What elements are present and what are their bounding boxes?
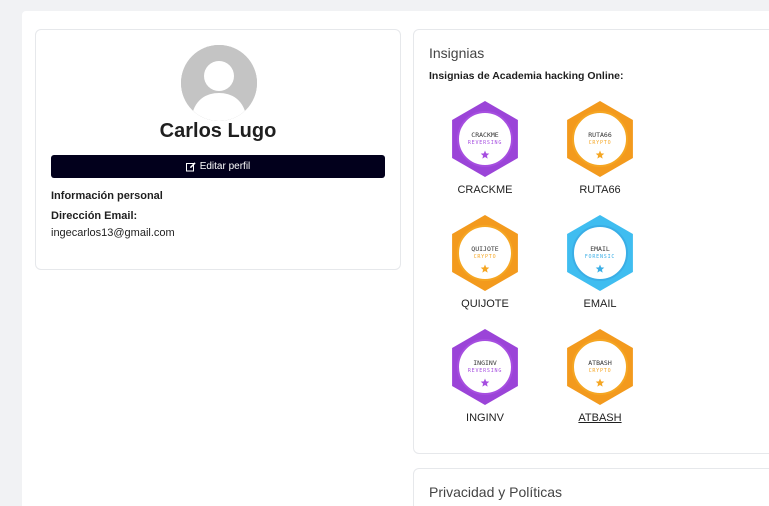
badge-category-text: REVERSING xyxy=(468,368,502,374)
badge-label: CRACKME xyxy=(457,184,513,196)
privacy-card: Privacidad y Políticas xyxy=(413,468,769,506)
badge-hexagon-icon: ATBASHCRYPTO xyxy=(567,329,633,405)
page-container: Carlos Lugo Editar perfil Información pe… xyxy=(22,11,769,506)
badges-title: Insignias xyxy=(429,45,485,61)
badge-title-text: CRACKME xyxy=(471,131,498,139)
badge-hexagon-icon: CRACKMEREVERSING xyxy=(452,101,518,177)
badge-title-text: ATBASH xyxy=(588,359,612,367)
badge-crackme: CRACKME REVERSING CRACKME xyxy=(435,100,535,196)
profile-card: Carlos Lugo Editar perfil Información pe… xyxy=(35,29,401,270)
badge-atbash[interactable]: ATBASH CRYPTO ATBASH xyxy=(550,328,650,424)
badge-label: RUTA66 xyxy=(579,184,621,196)
user-silhouette-icon xyxy=(181,45,257,121)
badge-title-text: QUIJOTE xyxy=(471,245,498,253)
badge-inginv: INGINV REVERSING INGINV xyxy=(435,328,535,424)
badge-category-text: CRYPTO xyxy=(474,254,497,260)
badge-email: EMAIL FORENSIC EMAIL xyxy=(550,214,650,310)
badge-label: EMAIL xyxy=(583,298,617,310)
badge-ruta66: RUTA66 CRYPTO RUTA66 xyxy=(550,100,650,196)
badge-category-text: CRYPTO xyxy=(589,368,612,374)
badge-title-text: INGINV xyxy=(473,359,497,367)
badge-title-text: RUTA66 xyxy=(588,131,612,139)
personal-info-heading: Información personal xyxy=(51,190,163,202)
email-label: Dirección Email: xyxy=(51,210,138,222)
badge-hexagon-icon: EMAILFORENSIC xyxy=(567,215,633,291)
email-value: ingecarlos13@gmail.com xyxy=(51,227,175,239)
badge-quijote: QUIJOTE CRYPTO QUIJOTE xyxy=(435,214,535,310)
badge-category-text: FORENSIC xyxy=(585,254,615,260)
badge-label[interactable]: ATBASH xyxy=(550,412,650,424)
badge-category-text: CRYPTO xyxy=(589,140,612,146)
edit-icon xyxy=(185,161,196,171)
badges-subtitle: Insignias de Academia hacking Online: xyxy=(429,70,624,82)
badge-label: QUIJOTE xyxy=(461,298,509,310)
avatar xyxy=(181,45,257,121)
edit-profile-label: Editar perfil xyxy=(199,161,251,172)
badge-label: INGINV xyxy=(466,412,504,424)
badge-hexagon-icon: QUIJOTECRYPTO xyxy=(452,215,518,291)
profile-name: Carlos Lugo xyxy=(159,120,277,142)
badge-title-text: EMAIL xyxy=(590,245,610,253)
badge-category-text: REVERSING xyxy=(468,140,502,146)
privacy-title: Privacidad y Políticas xyxy=(429,484,563,500)
badge-hexagon-icon: INGINVREVERSING xyxy=(452,329,518,405)
badge-hexagon-icon: RUTA66CRYPTO xyxy=(567,101,633,177)
badges-card: Insignias Insignias de Academia hacking … xyxy=(413,29,769,454)
edit-profile-button[interactable]: Editar perfil xyxy=(51,155,385,178)
